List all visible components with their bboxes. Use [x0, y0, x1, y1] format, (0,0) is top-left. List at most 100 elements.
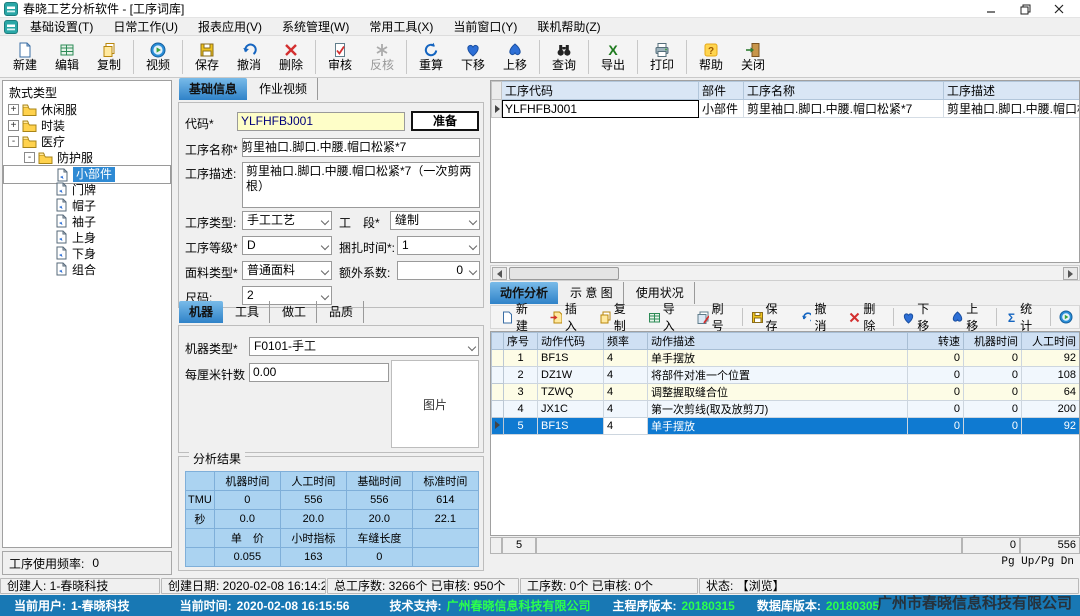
- process-desc-textarea[interactable]: 剪里袖口.脚口.中腰.帽口松紧*7（一次剪两根）: [242, 162, 480, 208]
- tab-quality[interactable]: 品质: [319, 301, 364, 323]
- close-module-button[interactable]: 关闭: [732, 37, 774, 77]
- col-process-code[interactable]: 工序代码: [502, 82, 699, 100]
- scrollbar-thumb[interactable]: [509, 267, 619, 280]
- tree-item-medical[interactable]: - 医疗: [3, 133, 171, 149]
- copy-icon: [599, 311, 611, 324]
- col-standard-time: 标准时间: [412, 472, 478, 491]
- tree-item-lower-body[interactable]: 下身: [3, 245, 171, 261]
- tree-item-upper-body[interactable]: 上身: [3, 229, 171, 245]
- copy-button[interactable]: 复制: [88, 37, 130, 77]
- menu-basic-settings[interactable]: 基础设置(T): [20, 18, 103, 36]
- save-icon: [751, 311, 763, 324]
- sigma-icon: Σ: [1005, 311, 1017, 324]
- collapse-icon[interactable]: -: [8, 136, 19, 147]
- extra-factor-select[interactable]: 0: [397, 261, 480, 280]
- col-speed[interactable]: 转速: [908, 333, 964, 350]
- scroll-left-icon[interactable]: [492, 267, 507, 280]
- edit-button[interactable]: 编辑: [46, 37, 88, 77]
- print-button[interactable]: 打印: [641, 37, 683, 77]
- ready-button[interactable]: 准备: [411, 111, 479, 131]
- excel-export-icon: X: [605, 42, 621, 58]
- process-desc-label: 工序描述:: [185, 165, 236, 182]
- col-seq[interactable]: 序号: [504, 333, 538, 350]
- menu-current-window[interactable]: 当前窗口(Y): [443, 18, 527, 36]
- move-up-button[interactable]: 上移: [494, 37, 536, 77]
- undo-button[interactable]: 撤消: [228, 37, 270, 77]
- scroll-right-icon[interactable]: [1063, 267, 1078, 280]
- move-down-button[interactable]: 下移: [452, 37, 494, 77]
- code-input[interactable]: YLFHFBJ001: [237, 112, 405, 131]
- toolbar-separator: [539, 40, 540, 74]
- process-name-input[interactable]: 剪里袖口.脚口.中腰.帽口松紧*7: [242, 138, 480, 157]
- chevron-down-icon: [469, 218, 476, 225]
- col-process-name[interactable]: 工序名称: [744, 82, 944, 100]
- process-type-select[interactable]: 手工工艺: [242, 211, 332, 230]
- expand-icon[interactable]: +: [8, 120, 19, 131]
- tree-item-casual[interactable]: + 休闲服: [3, 101, 171, 117]
- fabric-type-select[interactable]: 普通面料: [242, 261, 332, 280]
- db-version-label: 数据库版本:: [757, 597, 821, 614]
- col-machine-time[interactable]: 机器时间: [964, 333, 1022, 350]
- frequency-edit-cell[interactable]: 4: [604, 418, 648, 435]
- save-button[interactable]: 保存: [186, 37, 228, 77]
- menu-online-help[interactable]: 联机帮助(Z): [527, 18, 610, 36]
- process-code-cell[interactable]: YLFHFBJ001: [502, 100, 699, 118]
- tree-item-sleeve[interactable]: 袖子: [3, 213, 171, 229]
- svg-text:Σ: Σ: [1008, 311, 1015, 324]
- stitch-density-input[interactable]: 0.00: [249, 363, 389, 382]
- close-icon[interactable]: [1042, 0, 1076, 18]
- table-row: 2 DZ1W 4 将部件对准一个位置 0 0 108: [492, 367, 1080, 384]
- col-action-desc[interactable]: 动作描述: [648, 333, 908, 350]
- menu-system-mgmt[interactable]: 系统管理(W): [272, 18, 359, 36]
- action-analysis-panel: 动作分析 示 意 图 使用状况 新建 插入 复制 导入 刷号 保存 撤消 删除 …: [490, 284, 1080, 575]
- action-video-button[interactable]: [1053, 308, 1079, 326]
- collapse-icon[interactable]: -: [24, 152, 35, 163]
- col-part[interactable]: 部件: [699, 82, 744, 100]
- audit-icon: [332, 42, 348, 58]
- col-labor-time[interactable]: 人工时间: [1022, 333, 1080, 350]
- tree-item-protective-suit[interactable]: - 防护服: [3, 149, 171, 165]
- expand-icon[interactable]: +: [8, 104, 19, 115]
- audit-button[interactable]: 审核: [319, 37, 361, 77]
- analysis-result-table: 机器时间 人工时间 基础时间 标准时间 TMU 0 556 556 614 秒: [185, 471, 479, 567]
- machine-type-select[interactable]: F0101-手工: [249, 337, 479, 356]
- new-doc-icon: [17, 42, 33, 58]
- delete-button[interactable]: 删除: [270, 37, 312, 77]
- toolbar-separator: [1050, 308, 1051, 326]
- tab-tool[interactable]: 工具: [225, 301, 270, 323]
- video-button[interactable]: 视频: [137, 37, 179, 77]
- col-action-code[interactable]: 动作代码: [538, 333, 604, 350]
- recalc-button[interactable]: 重算: [410, 37, 452, 77]
- help-button[interactable]: ? 帮助: [690, 37, 732, 77]
- grade-select[interactable]: D: [242, 236, 332, 255]
- tree-item-fashion[interactable]: + 时装: [3, 117, 171, 133]
- tab-work-video[interactable]: 作业视频: [249, 78, 318, 100]
- minimize-icon[interactable]: [974, 0, 1008, 18]
- restore-icon[interactable]: [1008, 0, 1042, 18]
- tree-item-door-tag[interactable]: 门牌: [3, 181, 171, 197]
- process-list-panel: 工序代码 部件 工序名称 工序描述 YLFHFBJ001 小部件 剪里袖口.脚口…: [490, 80, 1080, 263]
- toolbar-separator: [406, 40, 407, 74]
- bundle-time-select[interactable]: 1: [397, 236, 480, 255]
- tree-item-combination[interactable]: 组合: [3, 261, 171, 277]
- col-process-desc[interactable]: 工序描述: [944, 82, 1080, 100]
- tree-item-hat[interactable]: 帽子: [3, 197, 171, 213]
- export-button[interactable]: X 导出: [592, 37, 634, 77]
- tab-machine[interactable]: 机器: [179, 301, 223, 323]
- edit-grid-icon: [59, 42, 75, 58]
- menu-daily-work[interactable]: 日常工作(U): [103, 18, 188, 36]
- current-row-marker: [492, 100, 502, 118]
- tab-basic-info[interactable]: 基础信息: [179, 78, 247, 100]
- machine-time-total: 0: [962, 537, 1020, 554]
- col-frequency[interactable]: 频率: [604, 333, 648, 350]
- menu-report-apps[interactable]: 报表应用(V): [188, 18, 272, 36]
- tab-workmanship[interactable]: 做工: [272, 301, 317, 323]
- main-toolbar: 新建 编辑 复制 视频 保存 撤消 删除 审核: [0, 36, 1080, 78]
- stage-select[interactable]: 缝制: [390, 211, 480, 230]
- undo-icon: [800, 311, 812, 324]
- new-button[interactable]: 新建: [4, 37, 46, 77]
- menu-common-tools[interactable]: 常用工具(X): [359, 18, 443, 36]
- toolbar-separator: [893, 308, 894, 326]
- search-button[interactable]: 查询: [543, 37, 585, 77]
- horizontal-scrollbar[interactable]: [490, 265, 1080, 281]
